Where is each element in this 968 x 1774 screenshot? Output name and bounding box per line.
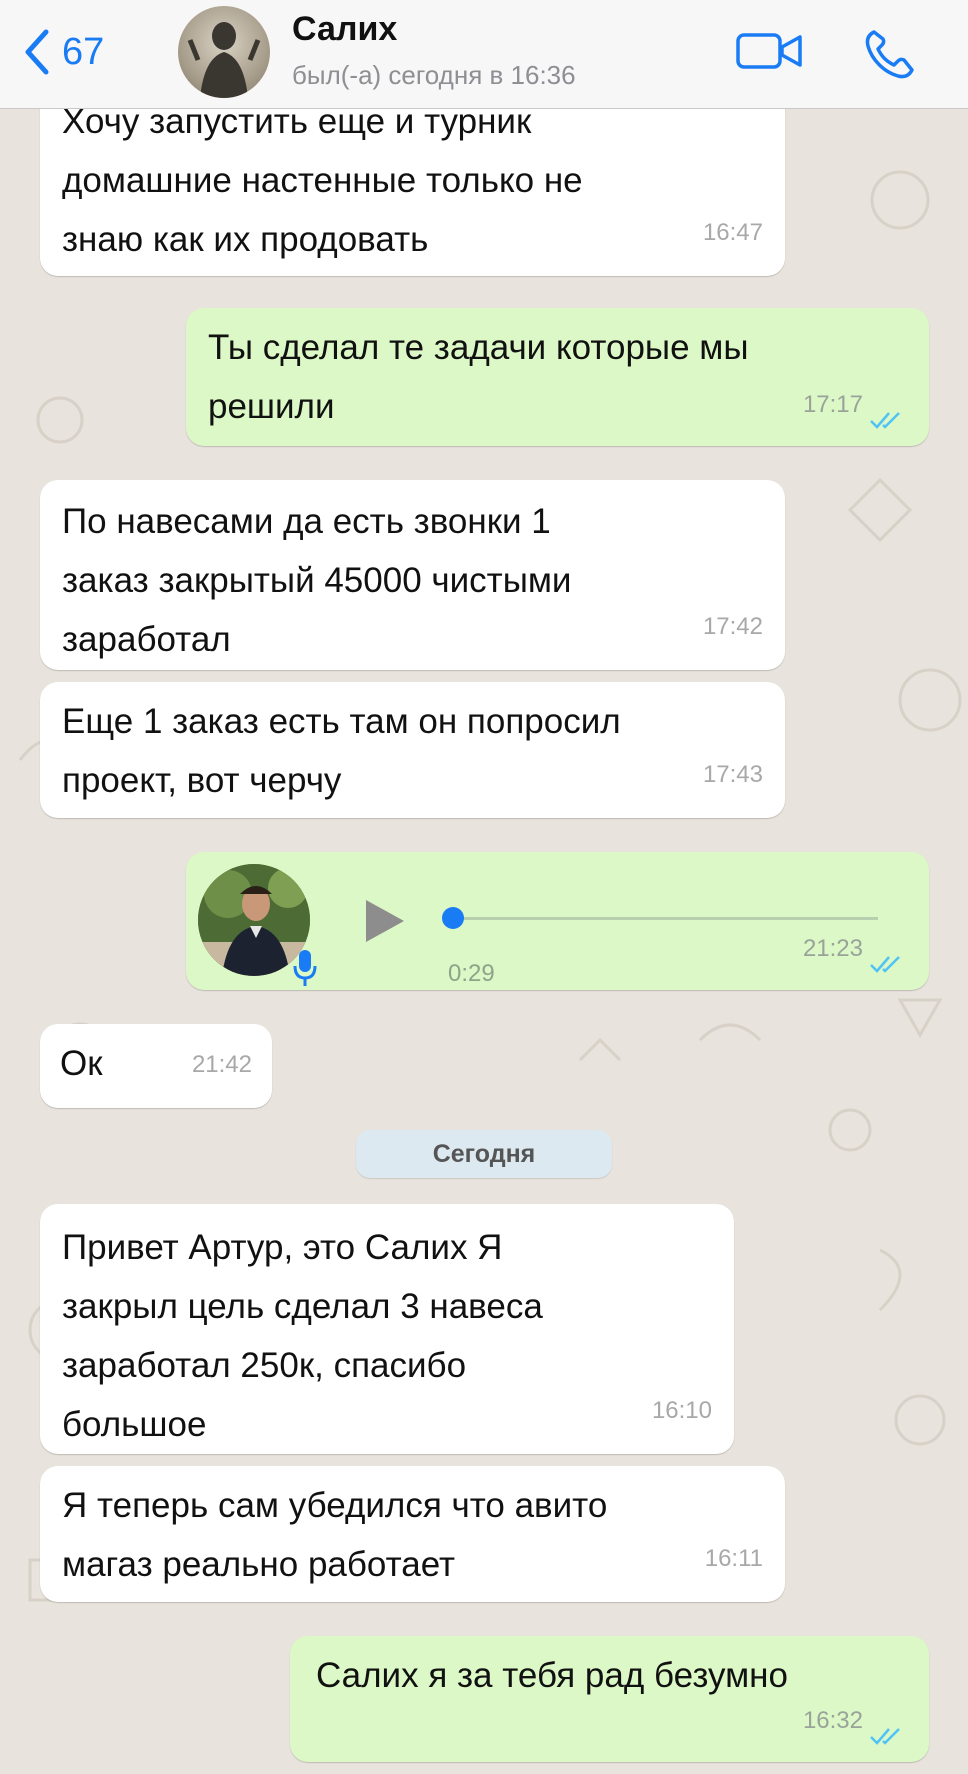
message-incoming[interactable]: Привет Артур, это Салих Я закрыл цель сд…: [40, 1204, 734, 1454]
message-incoming[interactable]: Хочу запустить еще и турник домашние нас…: [40, 88, 785, 276]
message-time: 16:32: [802, 1707, 863, 1734]
double-check-icon: [870, 1728, 900, 1745]
message-text: Еще 1 заказ есть там он попросил проект,…: [62, 702, 621, 800]
message-time: 21:42: [191, 1051, 252, 1078]
contact-status: был(-а) сегодня в 16:36: [292, 60, 576, 90]
message-time: 17:42: [702, 613, 763, 640]
phone-icon[interactable]: [862, 26, 918, 82]
voice-progress-knob[interactable]: [442, 907, 464, 929]
avatar-figure: [187, 22, 261, 98]
unread-count: 67: [62, 30, 105, 73]
chat-header: 67 Салих был(-а) сегодня в 16:36: [0, 0, 968, 109]
double-check-icon: [870, 956, 900, 973]
message-incoming[interactable]: Ок 21:42: [40, 1024, 272, 1108]
message-text: Хочу запустить еще и турник домашние нас…: [62, 102, 583, 259]
contact-avatar[interactable]: [178, 6, 270, 98]
video-call-icon[interactable]: [734, 26, 806, 76]
message-text: Салих я за тебя рад безумно: [316, 1656, 788, 1695]
play-icon[interactable]: [362, 898, 406, 944]
message-time: 21:23: [802, 935, 863, 962]
message-text: Я теперь сам убедился что авито магаз ре…: [62, 1486, 608, 1584]
message-time: 16:10: [651, 1397, 712, 1424]
back-button[interactable]: 67: [22, 24, 104, 80]
message-time: 16:47: [702, 219, 763, 246]
message-outgoing[interactable]: Ты сделал те задачи которые мы решили 17…: [186, 308, 929, 446]
message-text: Привет Артур, это Салих Я закрыл цель сд…: [62, 1228, 543, 1444]
message-time: 17:17: [802, 391, 863, 418]
message-incoming[interactable]: Я теперь сам убедился что авито магаз ре…: [40, 1466, 785, 1602]
microphone-icon: [293, 950, 317, 986]
message-text: Ты сделал те задачи которые мы решили: [208, 328, 749, 426]
message-text: Ок: [60, 1044, 103, 1083]
voice-message[interactable]: 0:29 21:23: [186, 852, 929, 990]
date-divider: Сегодня: [356, 1130, 612, 1178]
message-outgoing[interactable]: Салих я за тебя рад безумно 16:32: [290, 1636, 929, 1762]
message-time: 17:43: [702, 761, 763, 788]
message-incoming[interactable]: По навесами да есть звонки 1 заказ закры…: [40, 480, 785, 670]
message-text: По навесами да есть звонки 1 заказ закры…: [62, 502, 572, 659]
message-incoming[interactable]: Еще 1 заказ есть там он попросил проект,…: [40, 682, 785, 818]
voice-duration: 0:29: [448, 960, 495, 987]
chevron-left-icon: [25, 29, 49, 75]
double-check-icon: [870, 412, 900, 429]
message-time: 16:11: [704, 1545, 763, 1572]
contact-name[interactable]: Салих: [292, 10, 397, 49]
